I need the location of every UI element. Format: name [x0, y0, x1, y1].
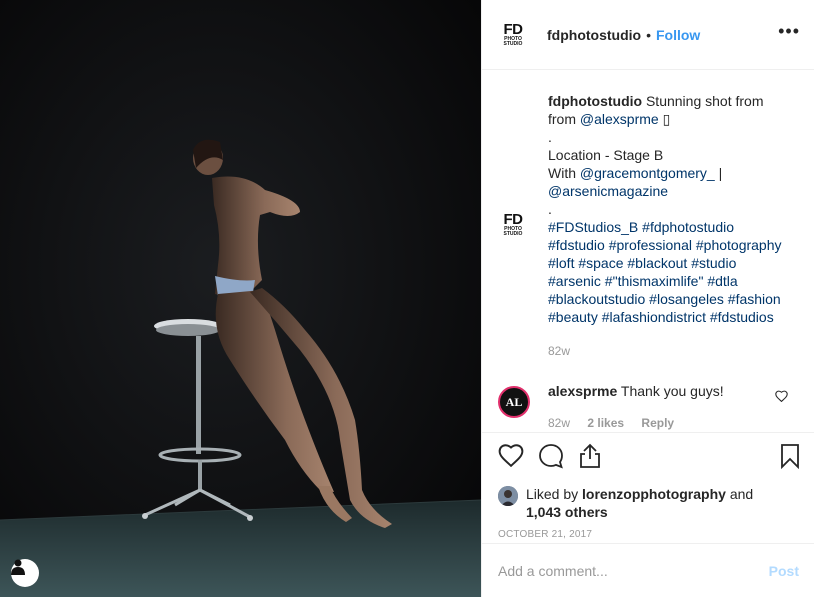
comment-likes[interactable]: 2 likes [587, 416, 624, 430]
caption-logo-subtext: PHOTO STUDIO [503, 226, 523, 237]
likes-suffix: and [725, 486, 754, 502]
post-photo[interactable] [0, 0, 481, 597]
caption-dot-2: . [548, 201, 552, 217]
mention-alexsprme[interactable]: @alexsprme [580, 111, 659, 127]
hashtags-line-4[interactable]: #arsenic #"thismaximlife" #dtla [548, 272, 798, 290]
comment-bubble-icon[interactable] [538, 443, 564, 469]
like-heart-icon[interactable] [498, 443, 524, 467]
post-button[interactable]: Post [769, 563, 799, 579]
comment-heart-icon[interactable] [775, 390, 788, 402]
post-details-panel: FD PHOTO STUDIO fdphotostudio • Follow •… [481, 0, 814, 597]
person-icon [11, 559, 25, 575]
post-header: FD PHOTO STUDIO fdphotostudio • Follow •… [482, 0, 814, 70]
hashtags-line-6[interactable]: #beauty #lafashiondistrict #fdstudios [548, 308, 798, 326]
caption-pipe: | [714, 165, 723, 181]
likes-others[interactable]: 1,043 others [526, 504, 608, 520]
commenter-avatar[interactable]: AL [498, 386, 530, 418]
caption-avatar[interactable]: FD PHOTO STUDIO [498, 210, 528, 240]
hashtags-line-3[interactable]: #loft #space #blackout #studio [548, 254, 798, 272]
reply-button[interactable]: Reply [641, 416, 674, 430]
caption-timestamp: 82w [548, 344, 571, 358]
hashtags-line-1[interactable]: #FDStudios_B #fdphotostudio [548, 218, 798, 236]
account-avatar[interactable]: FD PHOTO STUDIO [498, 20, 528, 50]
liker-username[interactable]: lorenzopphotography [582, 486, 726, 502]
header-username[interactable]: fdphotostudio [547, 27, 641, 43]
likes-prefix: Liked by [526, 486, 583, 502]
liker-avatar-image [498, 486, 518, 506]
caption-line1: Stunning shot from [645, 93, 764, 109]
logo-text: FD [503, 20, 524, 38]
caption-location: Location - Stage B [548, 147, 664, 163]
comment-time: 82w [548, 416, 571, 430]
header-separator: • [646, 26, 651, 43]
caption-username[interactable]: fdphotostudio [548, 93, 642, 109]
mention-gracemontgomery[interactable]: @gracemontgomery_ [580, 165, 715, 181]
mention-arsenicmagazine[interactable]: @arsenicmagazine [548, 182, 798, 200]
caption-logo-text: FD [503, 211, 524, 228]
add-comment-bar: Post [482, 543, 814, 597]
post-actions: Liked by lorenzopphotography and 1,043 o… [482, 432, 814, 540]
likes-summary: Liked by lorenzopphotography and 1,043 o… [498, 485, 799, 521]
caption: FD PHOTO STUDIO fdphotostudio Stunning s… [498, 92, 798, 360]
logo-subtext: PHOTO STUDIO [503, 35, 523, 47]
share-icon[interactable] [578, 443, 602, 469]
user-tag-button[interactable] [11, 559, 39, 587]
commenter-username[interactable]: alexsprme [548, 383, 617, 399]
comment-text: Thank you guys! [620, 383, 724, 399]
comment-item: AL alexsprme Thank you guys! 82w 2 likes… [498, 382, 798, 432]
save-bookmark-icon[interactable] [780, 443, 800, 469]
follow-button[interactable]: Follow [656, 27, 700, 43]
hashtags-line-2[interactable]: #fdstudio #professional #photography [548, 236, 798, 254]
caption-text: fdphotostudio Stunning shot from from @a… [548, 92, 798, 360]
emoji-box: ▯ [662, 111, 671, 127]
post-date: OCTOBER 21, 2017 [498, 529, 593, 540]
hashtags-line-5[interactable]: #blackoutstudio #losangeles #fashion [548, 290, 798, 308]
photo-illustration [0, 0, 481, 597]
liker-avatar[interactable] [498, 486, 518, 506]
caption-with-prefix: With [548, 165, 580, 181]
more-dots-icon[interactable]: ••• [778, 22, 800, 40]
caption-dot-1: . [548, 129, 552, 145]
comment-input[interactable] [498, 562, 769, 579]
caption-line2-prefix: from [548, 111, 580, 127]
comments-section: FD PHOTO STUDIO fdphotostudio Stunning s… [482, 70, 814, 432]
